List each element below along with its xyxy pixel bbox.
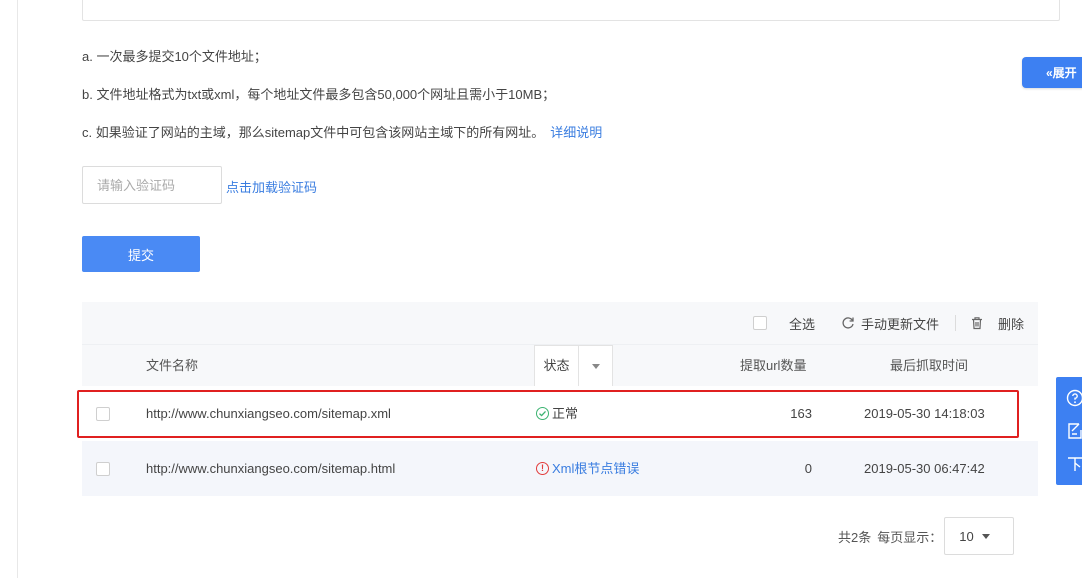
row-checkbox[interactable] bbox=[96, 407, 110, 421]
floating-toolbar bbox=[1056, 377, 1082, 485]
captcha-input[interactable] bbox=[82, 166, 222, 204]
sitemap-table: 全选 手动更新文件 删除 文件名称 状态 提取url数量 最后抓取时间 http… bbox=[82, 302, 1038, 496]
header-last-fetch: 最后抓取时间 bbox=[890, 358, 969, 373]
refresh-label: 手动更新文件 bbox=[860, 316, 939, 332]
pagination: 共2条 每页显示： 10 bbox=[838, 517, 1015, 555]
row-url-count: 163 bbox=[790, 406, 812, 421]
table-row: http://www.chunxiangseo.com/sitemap.html… bbox=[82, 441, 1038, 496]
error-circle-icon: ! bbox=[536, 462, 549, 475]
back-to-top-button[interactable] bbox=[1056, 448, 1082, 480]
check-circle-icon bbox=[536, 407, 549, 420]
row-status[interactable]: ! Xml根节点错误 bbox=[536, 441, 639, 496]
submit-button[interactable]: 提交 bbox=[82, 236, 200, 272]
status-filter[interactable]: 状态 bbox=[534, 345, 613, 387]
row-filename: http://www.chunxiangseo.com/sitemap.xml bbox=[146, 406, 391, 421]
select-all-toggle[interactable]: 全选 bbox=[752, 314, 815, 333]
row-checkbox[interactable] bbox=[96, 462, 110, 476]
page-size-value: 10 bbox=[959, 528, 974, 544]
expand-button[interactable]: «展开 bbox=[1022, 57, 1082, 88]
chevron-down-icon bbox=[981, 533, 990, 539]
note-b: b. 文件地址格式为txt或xml，每个地址文件最多包含50,000个网址且需小… bbox=[82, 87, 556, 102]
total-count: 共2条 bbox=[838, 529, 872, 545]
row-status: 正常 bbox=[536, 386, 578, 441]
note-c: c. 如果验证了网站的主域，那么sitemap文件中可包含该网站主域下的所有网址… bbox=[82, 122, 602, 141]
per-page-label: 每页显示： bbox=[877, 529, 943, 545]
delete-button[interactable]: 删除 bbox=[970, 314, 1024, 333]
top-icon bbox=[1068, 457, 1082, 472]
help-button[interactable] bbox=[1056, 382, 1082, 414]
load-captcha-link[interactable]: 点击加载验证码 bbox=[226, 177, 317, 196]
edit-icon bbox=[1068, 423, 1082, 439]
trash-icon bbox=[971, 317, 982, 330]
details-link[interactable]: 详细说明 bbox=[550, 125, 602, 140]
select-all-label: 全选 bbox=[788, 316, 815, 332]
chevron-down-icon bbox=[591, 363, 600, 369]
refresh-icon bbox=[842, 317, 854, 329]
row-status-text: 正常 bbox=[552, 406, 579, 421]
toolbar-divider bbox=[954, 315, 956, 331]
row-filename: http://www.chunxiangseo.com/sitemap.html bbox=[146, 461, 396, 476]
header-filename: 文件名称 bbox=[146, 358, 199, 373]
header-url-count: 提取url数量 bbox=[740, 358, 807, 373]
table-toolbar: 全选 手动更新文件 删除 bbox=[82, 302, 1038, 344]
row-last-fetch: 2019-05-30 14:18:03 bbox=[864, 406, 985, 421]
row-status-text[interactable]: Xml根节点错误 bbox=[552, 441, 639, 496]
table-header: 文件名称 状态 提取url数量 最后抓取时间 bbox=[82, 344, 1038, 387]
note-a: a. 一次最多提交10个文件地址； bbox=[82, 49, 267, 64]
help-icon bbox=[1066, 389, 1082, 406]
feedback-button[interactable] bbox=[1056, 415, 1082, 447]
select-all-checkbox[interactable] bbox=[752, 316, 767, 330]
page-size-select[interactable]: 10 bbox=[944, 517, 1015, 555]
header-status: 状态 bbox=[535, 346, 579, 386]
note-c-text: c. 如果验证了网站的主域，那么sitemap文件中可包含该网站主域下的所有网址… bbox=[82, 125, 545, 140]
delete-label: 删除 bbox=[997, 316, 1024, 332]
row-url-count: 0 bbox=[804, 461, 812, 476]
row-last-fetch: 2019-05-30 06:47:42 bbox=[864, 461, 985, 476]
table-row: http://www.chunxiangseo.com/sitemap.xml … bbox=[82, 386, 1038, 441]
refresh-file-button[interactable]: 手动更新文件 bbox=[841, 314, 939, 333]
sitemap-url-textarea[interactable] bbox=[82, 0, 1060, 21]
left-rail bbox=[0, 0, 18, 578]
status-filter-dropdown[interactable] bbox=[579, 346, 612, 386]
